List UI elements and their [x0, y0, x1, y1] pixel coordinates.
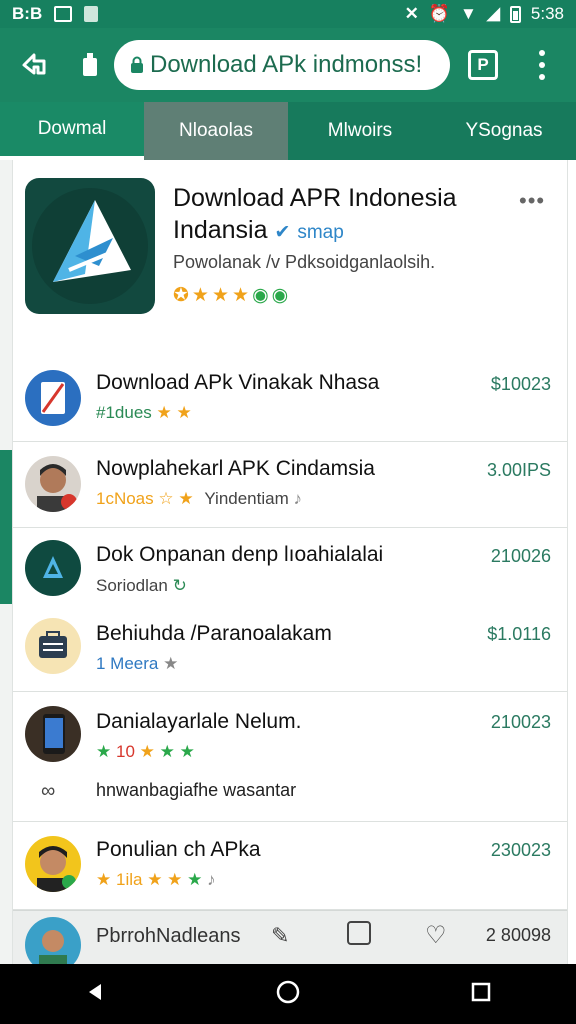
tab-nloaolas[interactable]: Nloaolas: [144, 102, 288, 160]
app-price: $1.0116: [487, 624, 551, 644]
app-title: Ponulian ch APka: [96, 838, 261, 861]
overflow-menu-icon[interactable]: [532, 50, 552, 80]
verified-label: smap: [297, 222, 344, 243]
star-icon: ★ ★: [156, 403, 192, 422]
app-title-line1: Download APR Indonesia: [173, 184, 457, 212]
notification-icon: [84, 6, 99, 22]
refresh-icon: ↻: [172, 576, 187, 595]
status-time: 5:38: [530, 4, 564, 23]
browser-toolbar: Download APk indmonss! P: [0, 28, 576, 102]
check-badge-icon: ◉: [252, 285, 269, 306]
star-icon: ★: [96, 742, 112, 761]
user-avatar: [25, 456, 81, 512]
star-icon: ★ ★: [147, 870, 183, 889]
side-accent: [0, 450, 12, 604]
user-avatar: [25, 836, 81, 892]
more-options-icon[interactable]: •••: [519, 188, 545, 214]
lock-icon: [131, 56, 143, 73]
list-item[interactable]: Download APk Vinakak Nhasa #1dues ★ ★ $1…: [13, 356, 567, 442]
battery-icon: [509, 5, 521, 23]
app-title: Nowplahekarl APK Cindamsia: [96, 457, 375, 480]
recents-icon[interactable]: [470, 981, 492, 1008]
star-icon: ★: [96, 870, 112, 889]
page-content[interactable]: Download APR Indonesia Indansia ✔ smap •…: [12, 160, 568, 964]
wifi-icon: ▼: [460, 4, 477, 23]
bookmark-icon[interactable]: [70, 45, 110, 85]
star-icon: ★: [163, 654, 179, 673]
back-icon[interactable]: [84, 981, 106, 1008]
app-note: hnwanbagiafhe wasantar: [96, 780, 297, 800]
app-title: Behiuhda /Paranoalakam: [96, 622, 332, 645]
tab-download[interactable]: Dowmal: [0, 102, 144, 160]
app-list: Download APk Vinakak Nhasa #1dues ★ ★ $1…: [13, 356, 567, 910]
download-arrow-app-icon: [25, 178, 155, 314]
app-avatar: [25, 618, 81, 674]
tab-ysognas[interactable]: YSognas: [432, 102, 576, 160]
star-icon: ★: [139, 742, 155, 761]
like-icon[interactable]: ♡: [425, 921, 447, 950]
app-meta: ★ 10 ★ ★ ★: [96, 742, 195, 761]
phone-app-avatar: [25, 706, 81, 762]
verified-icon: ✔: [274, 222, 291, 243]
screen: B:B ✕ ⏰ ▼ ◢ 5:38 Download APk indmonss! …: [0, 0, 576, 1024]
star-icon: ★: [191, 285, 209, 306]
app-meta: ★ 1ila ★ ★ ★ ♪: [96, 870, 216, 889]
app-title: Dok Onpanan denp lıoahialalai: [96, 543, 384, 566]
app-subtitle: Powolanak /v Pdksoidganlaolsih.: [173, 252, 436, 272]
app-meta: Soriodlan ↻: [96, 576, 187, 595]
link-icon: ∞: [41, 780, 56, 802]
tabs-button[interactable]: P: [468, 50, 498, 80]
app-price: $10023: [490, 374, 551, 394]
category-tabs: Dowmal Nloaolas Mlwoirs YSognas: [0, 102, 576, 160]
user-avatar: [25, 917, 81, 964]
app-title: Danialayarlale Nelum.: [96, 710, 302, 733]
app-price: 3.00IPS: [486, 460, 551, 480]
signal-icon: ◢: [486, 4, 500, 23]
app-title: PbrrohNadleans: [96, 925, 241, 947]
app-rating: ✪ ★ ★ ★ ◉ ◉: [173, 284, 288, 307]
home-icon[interactable]: [275, 979, 301, 1010]
app-avatar: [25, 370, 81, 426]
app-meta: 1cNoas ☆ ★ Yindentiam ♪: [96, 489, 302, 508]
status-bar: B:B ✕ ⏰ ▼ ◢ 5:38: [0, 0, 576, 28]
app-price: 210026: [490, 546, 551, 566]
comment-icon[interactable]: [347, 921, 371, 945]
star-icon: ☆ ★: [158, 489, 194, 508]
list-item[interactable]: Nowplahekarl APK Cindamsia 1cNoas ☆ ★ Yi…: [13, 442, 567, 528]
app-title: Download APR Indonesia Indansia ✔ smap: [173, 182, 513, 249]
system-nav-bar: [0, 964, 576, 1024]
list-item[interactable]: Ponulian ch APka ★ 1ila ★ ★ ★ ♪ 230023: [13, 822, 567, 910]
star-icon: ★ ★: [159, 742, 195, 761]
share-icon: ♪: [293, 489, 302, 508]
app-price: 210023: [490, 712, 551, 732]
tab-mlwoirs[interactable]: Mlwoirs: [288, 102, 432, 160]
mute-icon: ✕: [404, 4, 419, 23]
url-bar[interactable]: Download APk indmonss!: [114, 40, 450, 90]
app-meta: #1dues ★ ★: [96, 403, 192, 422]
app-avatar: [25, 540, 81, 596]
star-icon: ★: [187, 870, 203, 889]
app-title-line2: Indansia: [173, 216, 268, 244]
bottom-action-bar: PbrrohNadleans ✎ ♡ 2 80098: [13, 910, 567, 964]
image-icon: [54, 6, 73, 22]
app-price: 230023: [490, 840, 551, 860]
badge-icon: ✪: [173, 285, 189, 306]
list-item[interactable]: Behiuhda /Paranoalakam 1 Meera ★ $1.0116: [13, 608, 567, 692]
star-icon: ★: [232, 285, 250, 306]
app-price: 2 80098: [485, 925, 551, 945]
featured-app-card[interactable]: Download APR Indonesia Indansia ✔ smap •…: [13, 160, 567, 350]
list-item[interactable]: Danialayarlale Nelum. ★ 10 ★ ★ ★ 210023 …: [13, 692, 567, 822]
app-title: Download APk Vinakak Nhasa: [96, 371, 380, 394]
play-badge-icon: ◉: [271, 285, 289, 306]
alarm-icon: ⏰: [428, 4, 450, 23]
status-left-label: B:B: [12, 4, 43, 23]
app-meta: 1 Meera ★: [96, 654, 179, 673]
share-icon[interactable]: [14, 45, 54, 85]
edit-icon[interactable]: ✎: [271, 923, 289, 949]
star-icon: ★: [211, 285, 230, 306]
url-text: Download APk indmonss!: [150, 51, 423, 78]
list-item[interactable]: Dok Onpanan denp lıoahialalai Soriodlan …: [13, 528, 567, 608]
share-icon: ♪: [207, 870, 216, 889]
